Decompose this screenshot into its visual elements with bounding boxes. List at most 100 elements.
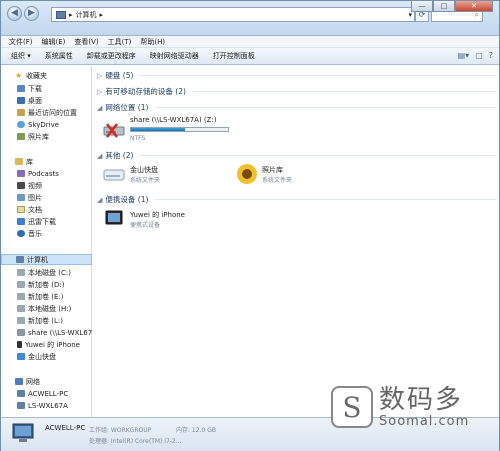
memory-label: 内存: 12.0 GB xyxy=(176,427,216,434)
sidebar-item-ls-wxl67a[interactable]: LS-WXL67A xyxy=(1,400,92,411)
drive-usage-fill xyxy=(131,128,186,131)
sidebar-item-drive-h[interactable]: 本地磁盘 (H:) xyxy=(1,303,92,314)
iphone-icon xyxy=(17,341,22,348)
sidebar-item-label: 新加卷 (D:) xyxy=(28,280,65,289)
drive-usage-bar xyxy=(130,127,229,132)
menu-tools[interactable]: 工具(T) xyxy=(108,37,132,47)
menu-edit[interactable]: 编辑(E) xyxy=(42,37,66,47)
sidebar-item-music[interactable]: 音乐 xyxy=(1,228,92,239)
group-portable-devices[interactable]: ◢ 便携设备 (1) xyxy=(97,194,497,205)
item-iphone[interactable]: Yuwei 的 iPhone 便携式设备 xyxy=(101,208,251,232)
minimize-button[interactable]: — xyxy=(411,0,433,12)
sidebar-network-header[interactable]: 网络 xyxy=(1,376,92,387)
sidebar-computer-header[interactable]: 计算机 xyxy=(1,254,92,265)
sidebar-item-downloads[interactable]: 下载 xyxy=(1,83,92,94)
sidebar-item-documents[interactable]: 文档 xyxy=(1,204,92,215)
drive-name: share (\\LS-WXL67A) (Z:) xyxy=(130,116,217,124)
group-title: 硬盘 (5) xyxy=(105,71,134,80)
sidebar-item-drive-d[interactable]: 新加卷 (D:) xyxy=(1,279,92,290)
sidebar-item-label: 金山快盘 xyxy=(28,352,56,361)
photo-library-icon xyxy=(17,133,25,140)
sidebar-favorites-header[interactable]: ★ 收藏夹 xyxy=(1,70,92,81)
group-title: 便携设备 (1) xyxy=(105,195,149,204)
sidebar-item-label: ACWELL-PC xyxy=(28,389,69,398)
sidebar-item-label: share (\\LS-WXL67 xyxy=(28,328,92,337)
expand-chevron-icon[interactable]: ▷ xyxy=(97,72,102,80)
sidebar-item-kuaipan[interactable]: 金山快盘 xyxy=(1,351,92,362)
sidebar-item-label: 最近访问的位置 xyxy=(28,108,77,117)
sidebar-item-share[interactable]: share (\\LS-WXL67 xyxy=(1,327,92,338)
sidebar-item-drive-e[interactable]: 新加卷 (E:) xyxy=(1,291,92,302)
music-icon xyxy=(17,230,25,237)
group-network-location[interactable]: ◢ 网络位置 (1) xyxy=(97,102,497,113)
sidebar-item-label: 音乐 xyxy=(28,229,42,238)
sidebar-header-label: 收藏夹 xyxy=(26,71,47,80)
view-options-icon[interactable]: ▤▾ xyxy=(458,51,470,60)
sunflower-icon xyxy=(237,164,257,184)
map-network-drive-button[interactable]: 映射网络驱动器 xyxy=(150,51,199,61)
sidebar-item-label: 迅雷下载 xyxy=(28,217,56,226)
back-button[interactable]: ◀ xyxy=(7,6,22,21)
drive-icon xyxy=(17,281,25,288)
computer-icon xyxy=(17,390,25,397)
group-other[interactable]: ◢ 其他 (2) xyxy=(97,150,497,161)
item-photo-library[interactable]: 照片库 系统文件夹 xyxy=(233,162,363,186)
group-removable-storage[interactable]: ▷ 有可移动存储的设备 (2) xyxy=(97,86,497,97)
maximize-button[interactable]: □ xyxy=(433,0,455,12)
sidebar-item-label: 本地磁盘 (C:) xyxy=(28,268,71,277)
collapse-chevron-icon[interactable]: ◢ xyxy=(97,196,102,204)
sidebar-item-recent[interactable]: 最近访问的位置 xyxy=(1,107,92,118)
sidebar-libraries-header[interactable]: 库 xyxy=(1,156,92,167)
sidebar-item-photo-library[interactable]: 照片库 xyxy=(1,131,92,142)
kuaipan-icon xyxy=(17,353,25,360)
sidebar-item-drive-c[interactable]: 本地磁盘 (C:) xyxy=(1,267,92,278)
group-title: 有可移动存储的设备 (2) xyxy=(105,87,186,96)
sidebar-item-label: 桌面 xyxy=(28,96,42,105)
collapse-chevron-icon[interactable]: ◢ xyxy=(97,104,102,112)
sidebar-item-thunder-downloads[interactable]: 迅雷下载 xyxy=(1,216,92,227)
watermark-english: Soomal.com xyxy=(379,413,470,429)
sidebar-item-label: 视频 xyxy=(28,181,42,190)
item-description: 系统文件夹 xyxy=(130,177,161,184)
sidebar-item-label: LS-WXL67A xyxy=(28,401,68,410)
sidebar-item-skydrive[interactable]: SkyDrive xyxy=(1,119,92,130)
expand-chevron-icon[interactable]: ▷ xyxy=(97,88,102,96)
collapse-chevron-icon[interactable]: ◢ xyxy=(97,152,102,160)
sidebar-item-videos[interactable]: 视频 xyxy=(1,180,92,191)
sidebar-item-pictures[interactable]: 图片 xyxy=(1,192,92,203)
computer-icon xyxy=(16,256,24,263)
system-properties-button[interactable]: 系统属性 xyxy=(45,51,73,61)
podcast-icon xyxy=(17,170,25,177)
group-hard-drives[interactable]: ▷ 硬盘 (5) xyxy=(97,70,497,81)
uninstall-program-button[interactable]: 卸载或更改程序 xyxy=(87,51,136,61)
item-name: 照片库 xyxy=(262,166,283,174)
sidebar-item-desktop[interactable]: 桌面 xyxy=(1,95,92,106)
recent-places-icon xyxy=(17,109,25,116)
preview-pane-icon[interactable]: ▢ xyxy=(475,51,483,60)
open-control-panel-button[interactable]: 打开控制面板 xyxy=(213,51,255,61)
desktop-icon xyxy=(17,97,25,104)
workgroup-label: 工作组: WORKGROUP xyxy=(89,427,152,434)
forward-button[interactable]: ▶ xyxy=(24,6,39,21)
sidebar-item-podcasts[interactable]: Podcasts xyxy=(1,168,92,179)
title-bar: ◀ ▶ ▸ 计算机 ▸ ▾ ⟳ ⌕ — □ ✕ xyxy=(1,0,499,36)
sidebar-item-drive-l[interactable]: 新加卷 (L:) xyxy=(1,315,92,326)
menu-view[interactable]: 查看(V) xyxy=(74,37,98,47)
organize-button[interactable]: 组织 ▾ xyxy=(11,51,31,61)
help-icon[interactable]: ? xyxy=(489,51,493,60)
sidebar-item-iphone[interactable]: Yuwei 的 iPhone xyxy=(1,339,92,350)
menu-file[interactable]: 文件(F) xyxy=(9,37,33,47)
documents-icon xyxy=(17,206,25,213)
group-title: 网络位置 (1) xyxy=(105,103,149,112)
address-path[interactable]: 计算机 xyxy=(76,10,97,20)
computer-icon xyxy=(17,402,25,409)
close-button[interactable]: ✕ xyxy=(455,0,493,12)
explorer-window: ◀ ▶ ▸ 计算机 ▸ ▾ ⟳ ⌕ — □ ✕ 文件(F) 编辑(E) 查看(V… xyxy=(0,0,500,451)
drive-icon xyxy=(17,317,25,324)
menu-help[interactable]: 帮助(H) xyxy=(140,37,165,47)
item-name: Yuwei 的 iPhone xyxy=(130,211,185,219)
sidebar-item-acwell-pc[interactable]: ACWELL-PC xyxy=(1,388,92,399)
processor-label: 处理器: Intel(R) Core(TM) i7-2... xyxy=(89,438,182,445)
item-kuaipan[interactable]: 金山快盘 系统文件夹 xyxy=(101,162,221,186)
address-bar[interactable]: ▸ 计算机 ▸ ▾ xyxy=(51,7,415,22)
